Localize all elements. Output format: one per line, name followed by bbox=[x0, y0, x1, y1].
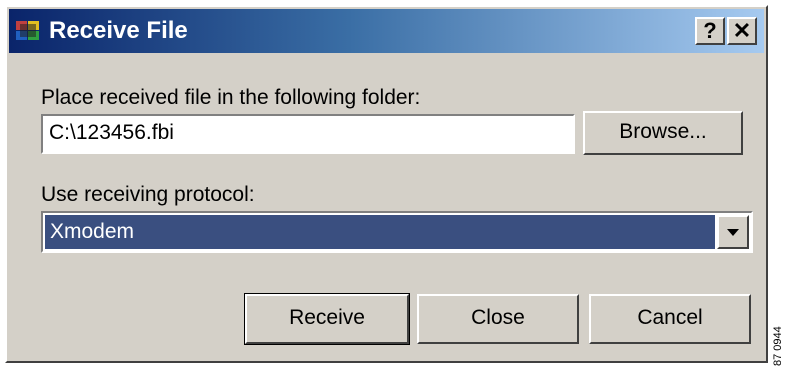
receive-button[interactable]: Receive bbox=[244, 293, 410, 345]
hyperterminal-app-icon bbox=[16, 21, 39, 40]
folder-path-input[interactable]: C:\123456.fbi bbox=[41, 114, 575, 154]
figure-code: 87 0944 bbox=[772, 326, 784, 366]
browse-button[interactable]: Browse... bbox=[583, 111, 743, 155]
cancel-button[interactable]: Cancel bbox=[589, 294, 751, 344]
dropdown-arrow-icon[interactable] bbox=[717, 215, 749, 249]
close-icon[interactable]: ✕ bbox=[727, 17, 757, 45]
figure-code-text: 87 0944 bbox=[772, 326, 784, 366]
protocol-label: Use receiving protocol: bbox=[41, 183, 255, 206]
window-title: Receive File bbox=[49, 17, 188, 44]
title-bar[interactable]: Receive File ? ✕ bbox=[9, 9, 764, 53]
close-button[interactable]: Close bbox=[417, 294, 579, 344]
help-button[interactable]: ? bbox=[695, 17, 725, 45]
protocol-selected-value[interactable]: Xmodem bbox=[45, 215, 715, 249]
receive-file-dialog: Receive File ? ✕ Place received file in … bbox=[5, 5, 768, 363]
protocol-select[interactable]: Xmodem bbox=[41, 211, 753, 253]
folder-label: Place received file in the following fol… bbox=[41, 86, 421, 109]
